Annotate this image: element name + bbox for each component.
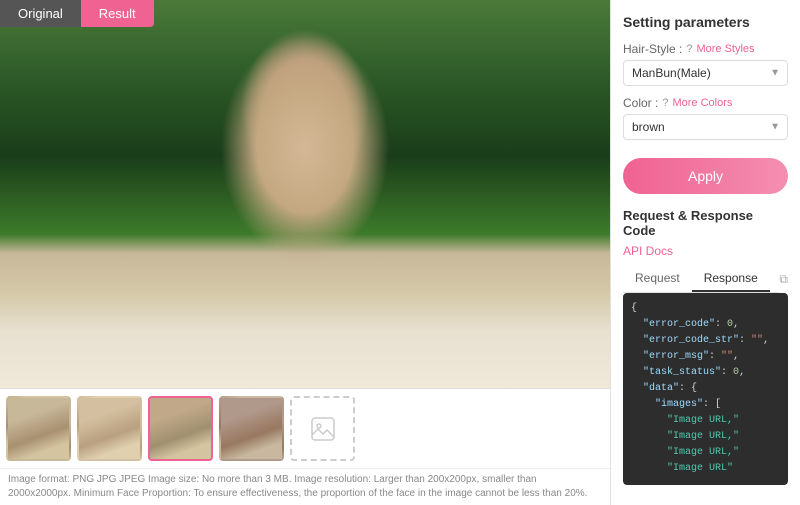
code-key-task-status: "task_status" — [643, 367, 721, 378]
main-image — [0, 0, 610, 388]
hair-style-help[interactable]: ? — [686, 43, 692, 55]
response-code-block: { "error_code": 0, "error_code_str": "",… — [623, 293, 788, 485]
hair-style-select-wrapper: ManBun(Male) Straight Wavy Curly Braids … — [623, 60, 788, 86]
code-key-images: "images" — [655, 399, 703, 410]
footer-text: Image format: PNG JPG JPEG Image size: N… — [0, 468, 610, 505]
response-tab[interactable]: Response — [692, 266, 770, 292]
color-help[interactable]: ? — [662, 97, 668, 109]
thumbnail-1[interactable] — [6, 396, 71, 461]
apply-button[interactable]: Apply — [623, 158, 788, 194]
thumbnail-bar — [0, 388, 610, 468]
upload-button[interactable] — [290, 396, 355, 461]
color-label: Color : ? More Colors — [623, 96, 788, 110]
settings-title: Setting parameters — [623, 14, 788, 30]
tab-bar: Original Result — [0, 0, 154, 27]
color-select[interactable]: brown black blonde red gray white auburn — [623, 114, 788, 140]
hair-style-row: Hair-Style : ? More Styles ManBun(Male) … — [623, 42, 788, 86]
color-select-wrapper: brown black blonde red gray white auburn… — [623, 114, 788, 140]
code-image-url-1: "Image URL," — [667, 415, 739, 426]
code-brace-open: { — [631, 303, 637, 314]
hair-style-label: Hair-Style : ? More Styles — [623, 42, 788, 56]
tab-switcher: Request Response — [623, 266, 779, 293]
color-row: Color : ? More Colors brown black blonde… — [623, 96, 788, 140]
req-resp-tab-bar: Request Response ⧉ — [623, 266, 788, 293]
code-image-url-3: "Image URL," — [667, 447, 739, 458]
code-key-data: "data" — [643, 383, 679, 394]
code-image-url-4: "Image URL" — [667, 463, 733, 474]
hair-style-select[interactable]: ManBun(Male) Straight Wavy Curly Braids … — [623, 60, 788, 86]
left-panel: Original Result Image format: PNG JPG JP… — [0, 0, 610, 505]
request-tab[interactable]: Request — [623, 266, 692, 292]
req-resp-title: Request & Response Code — [623, 208, 788, 238]
code-image-url-2: "Image URL," — [667, 431, 739, 442]
image-area — [0, 0, 610, 388]
thumbnail-2[interactable] — [77, 396, 142, 461]
code-key-error-code-str: "error_code_str" — [643, 335, 739, 346]
color-label-text: Color : — [623, 96, 658, 110]
code-key-error-msg: "error_msg" — [643, 351, 709, 362]
tab-result[interactable]: Result — [81, 0, 154, 27]
code-key-error-code: "error_code" — [643, 319, 715, 330]
api-docs-link[interactable]: API Docs — [623, 244, 788, 258]
thumbnail-3[interactable] — [148, 396, 213, 461]
right-panel: Setting parameters Hair-Style : ? More S… — [610, 0, 800, 505]
copy-icon[interactable]: ⧉ — [779, 267, 788, 292]
more-styles-link[interactable]: More Styles — [696, 43, 754, 55]
thumbnail-4[interactable] — [219, 396, 284, 461]
tab-original[interactable]: Original — [0, 0, 81, 27]
more-colors-link[interactable]: More Colors — [672, 97, 732, 109]
hair-style-label-text: Hair-Style : — [623, 42, 682, 56]
